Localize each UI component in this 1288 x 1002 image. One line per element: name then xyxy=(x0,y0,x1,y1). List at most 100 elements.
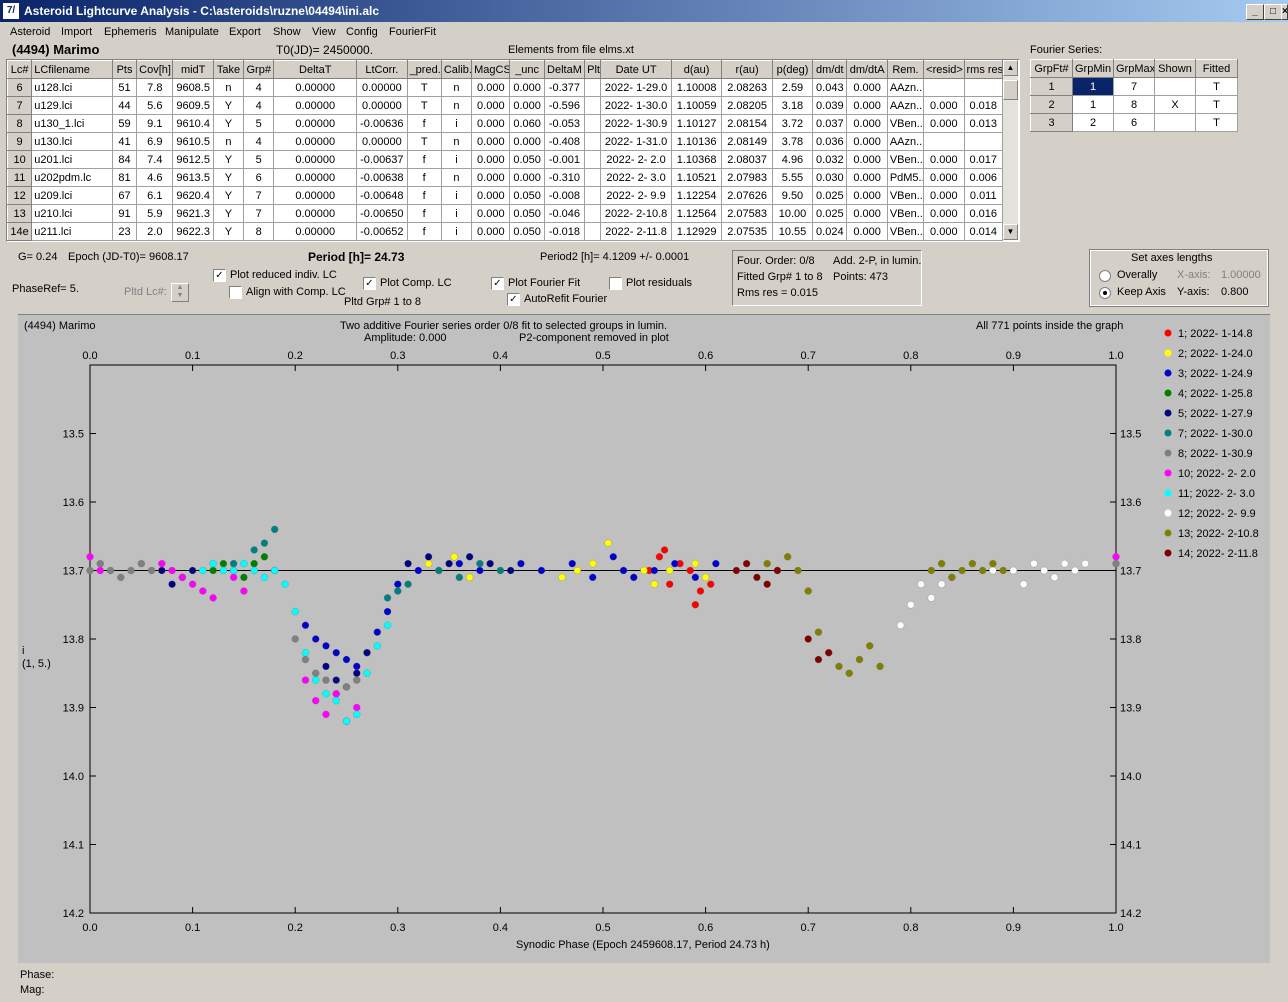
table-cell[interactable]: 5 xyxy=(243,114,275,133)
table-cell[interactable]: 0.00000 xyxy=(273,222,358,241)
menu-fourierfit[interactable]: FourierFit xyxy=(389,26,436,38)
table-cell[interactable]: 9622.3 xyxy=(172,222,214,241)
table-cell[interactable]: 0.000 xyxy=(846,204,888,223)
plot-comp-checkbox[interactable]: ✓ xyxy=(363,277,376,290)
table-cell[interactable]: 0.000 xyxy=(846,168,888,187)
column-header[interactable]: midT xyxy=(172,60,214,79)
table-cell[interactable]: VBen... xyxy=(886,186,925,205)
table-cell[interactable]: 1.10521 xyxy=(670,168,723,187)
column-header[interactable]: Take xyxy=(212,60,245,79)
table-cell[interactable]: 2022- 2- 3.0 xyxy=(600,168,672,187)
table-cell[interactable]: 0.00000 xyxy=(273,96,358,115)
table-cell[interactable]: Y xyxy=(212,168,245,187)
table-cell[interactable]: 0.00000 xyxy=(273,186,358,205)
table-cell[interactable]: 13 xyxy=(7,204,33,223)
table-cell[interactable]: 8 xyxy=(7,114,33,133)
table-cell[interactable]: 6 xyxy=(7,78,33,97)
table-cell[interactable]: 6.1 xyxy=(136,186,174,205)
table-cell[interactable]: 7 xyxy=(7,96,33,115)
table-cell[interactable]: 0.000 xyxy=(509,78,545,97)
table-cell[interactable]: 0.014 xyxy=(963,222,1003,241)
table-cell[interactable]: 0.000 xyxy=(923,204,965,223)
table-cell[interactable]: 0.025 xyxy=(812,204,848,223)
table-cell[interactable]: 0.000 xyxy=(846,96,888,115)
table-cell[interactable]: f xyxy=(406,150,442,169)
table-cell[interactable]: 0.039 xyxy=(812,96,848,115)
scroll-down-arrow-icon[interactable]: ▼ xyxy=(1003,224,1018,240)
table-cell[interactable]: 84 xyxy=(111,150,138,169)
table-cell[interactable]: 0.000 xyxy=(471,132,511,151)
menu-asteroid[interactable]: Asteroid xyxy=(10,26,50,38)
table-cell[interactable]: n xyxy=(440,132,473,151)
table-cell[interactable]: n xyxy=(440,168,473,187)
table-cell[interactable]: 9609.5 xyxy=(172,96,214,115)
table-cell[interactable]: T xyxy=(406,132,442,151)
table-cell[interactable]: Y xyxy=(212,96,245,115)
table-cell[interactable]: 0.043 xyxy=(812,78,848,97)
table-cell[interactable] xyxy=(584,222,602,241)
table-cell[interactable]: Y xyxy=(212,150,245,169)
table-cell[interactable]: 2.07583 xyxy=(721,204,773,223)
table-cell[interactable]: 0.00000 xyxy=(273,204,358,223)
table-cell[interactable]: 0.006 xyxy=(963,168,1003,187)
table-cell[interactable]: 9 xyxy=(7,132,33,151)
column-header[interactable]: p(deg) xyxy=(771,60,814,79)
table-cell[interactable]: 7.8 xyxy=(136,78,174,97)
table-cell[interactable] xyxy=(584,186,602,205)
table-cell[interactable]: 14e xyxy=(7,222,33,241)
table-cell[interactable]: f xyxy=(406,186,442,205)
fourier-column-header[interactable]: GrpMax xyxy=(1113,59,1155,78)
table-cell[interactable]: 0.025 xyxy=(812,186,848,205)
table-cell[interactable]: 9.1 xyxy=(136,114,174,133)
table-cell[interactable]: 0.036 xyxy=(812,132,848,151)
table-cell[interactable]: i xyxy=(440,186,473,205)
table-cell[interactable]: VBen... xyxy=(886,150,925,169)
table-cell[interactable]: 9608.5 xyxy=(172,78,214,97)
table-cell[interactable]: 0.018 xyxy=(963,96,1003,115)
table-cell[interactable]: n xyxy=(212,132,245,151)
align-comp-checkbox[interactable] xyxy=(229,286,242,299)
chart-svg[interactable]: 0.0 0.0 0.1 0.1 0.2 0.2 0.3 0.3 0.4 0.4 0.5 0.5 0.6 0… xyxy=(18,315,1270,963)
table-cell[interactable]: 12 xyxy=(7,186,33,205)
table-cell[interactable]: i xyxy=(440,204,473,223)
table-cell[interactable]: 2.08037 xyxy=(721,150,773,169)
table-cell[interactable]: 5.55 xyxy=(771,168,814,187)
table-cell[interactable]: n xyxy=(440,96,473,115)
table-cell[interactable]: 10 xyxy=(7,150,33,169)
table-cell[interactable]: PdM5... xyxy=(886,168,925,187)
table-cell[interactable]: 0.000 xyxy=(846,150,888,169)
table-cell[interactable]: 2.0 xyxy=(136,222,174,241)
table-cell[interactable]: 0.00000 xyxy=(356,132,408,151)
table-cell[interactable]: 4 xyxy=(243,96,275,115)
table-cell[interactable]: 6 xyxy=(243,168,275,187)
column-header[interactable]: Date UT xyxy=(600,60,672,79)
table-row[interactable]: 6 u128.lci 51 7.8 9608.5 n 4 0.00000 0.00000 Tn 0.… xyxy=(7,78,1003,97)
table-cell[interactable]: Y xyxy=(212,204,245,223)
table-cell[interactable]: 0.000 xyxy=(471,204,511,223)
fourier-cell[interactable]: 1 xyxy=(1030,77,1073,96)
column-header[interactable]: <resid> xyxy=(923,60,965,79)
fourier-column-header[interactable]: Shown xyxy=(1154,59,1196,78)
table-cell[interactable]: -0.00652 xyxy=(356,222,408,241)
table-cell[interactable]: 0.032 xyxy=(812,150,848,169)
column-header[interactable]: LtCorr. xyxy=(356,60,408,79)
table-cell[interactable]: 2.07626 xyxy=(721,186,773,205)
table-cell[interactable]: 41 xyxy=(111,132,138,151)
table-cell[interactable]: -0.596 xyxy=(543,96,586,115)
table-row[interactable]: 12 u209.lci 67 6.1 9620.4 Y 7 0.00000 -0.00648 f i… xyxy=(7,186,1003,205)
table-cell[interactable]: n xyxy=(212,78,245,97)
table-row[interactable]: 11 u202pdm.lc 81 4.6 9613.5 Y 6 0.00000 -0.00638… xyxy=(7,168,1003,187)
autorefit-checkbox[interactable]: ✓ xyxy=(507,293,520,306)
table-cell[interactable]: 7 xyxy=(243,204,275,223)
fourier-cell[interactable]: X xyxy=(1154,95,1196,114)
fourier-cell[interactable]: 7 xyxy=(1113,77,1155,96)
table-cell[interactable]: 0.037 xyxy=(812,114,848,133)
y-axis-value[interactable]: 0.800 xyxy=(1221,286,1249,298)
table-row[interactable]: 13 u210.lci 91 5.9 9621.3 Y 7 0.00000 -0.00650 f i… xyxy=(7,204,1003,223)
table-cell[interactable] xyxy=(584,132,602,151)
lightcurve-plot[interactable]: (4494) Marimo Two additive Fourier serie… xyxy=(18,314,1270,963)
table-cell[interactable] xyxy=(584,114,602,133)
table-cell[interactable]: -0.046 xyxy=(543,204,586,223)
table-cell[interactable]: n xyxy=(440,78,473,97)
column-header[interactable]: d(au) xyxy=(670,60,723,79)
